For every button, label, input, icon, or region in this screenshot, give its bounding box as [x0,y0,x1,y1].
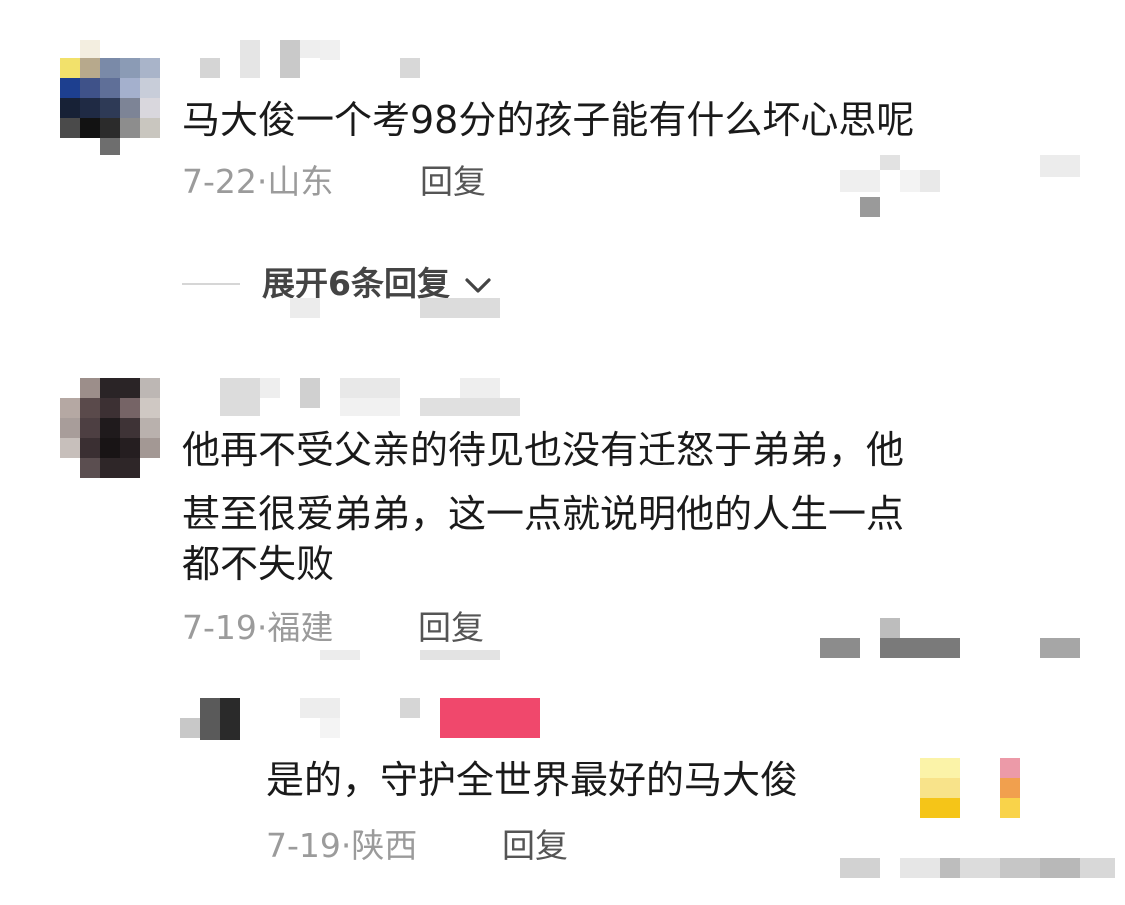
reply-date: 7-19 [266,826,341,865]
reply-button[interactable]: 回复 [418,608,484,648]
comment-location: 山东 [267,162,334,201]
expand-overlay-blur [290,298,500,320]
username-blur[interactable] [200,40,430,80]
expand-divider [182,283,240,285]
reply-location: 陕西 [351,826,418,865]
meta-separator: · [340,826,352,865]
watermark-blur [840,858,1115,880]
emoji-blur [920,758,1020,818]
meta-separator: · [256,162,268,201]
comment-meta: 7-19·福建 [182,608,333,648]
meta-separator: · [256,608,268,647]
like-area-blur[interactable] [840,155,1080,220]
comment-date: 7-19 [182,608,257,647]
comment-location: 福建 [267,608,334,647]
reply-text: 是的，守护全世界最好的马大俊 [266,758,799,802]
avatar[interactable] [180,698,240,740]
avatar[interactable] [60,40,160,155]
reply-meta: 7-19·陕西 [266,826,417,866]
reply-button[interactable]: 回复 [420,162,486,202]
avatar[interactable] [60,378,160,478]
comment-meta: 7-22·山东 [182,162,333,202]
username-blur[interactable] [220,378,520,418]
meta-overlay-blur [320,650,500,662]
like-area-blur[interactable] [820,618,1080,658]
reply-button[interactable]: 回复 [502,826,568,866]
comment-text-line-1: 他再不受父亲的待见也没有迁怒于弟弟，他 [182,428,905,472]
username-blur[interactable] [300,698,540,740]
comment-text: 马大俊一个考98分的孩子能有什么坏心思呢 [182,98,915,142]
comment-date: 7-22 [182,162,257,201]
comment-text-line-3: 都不失败 [182,542,335,586]
